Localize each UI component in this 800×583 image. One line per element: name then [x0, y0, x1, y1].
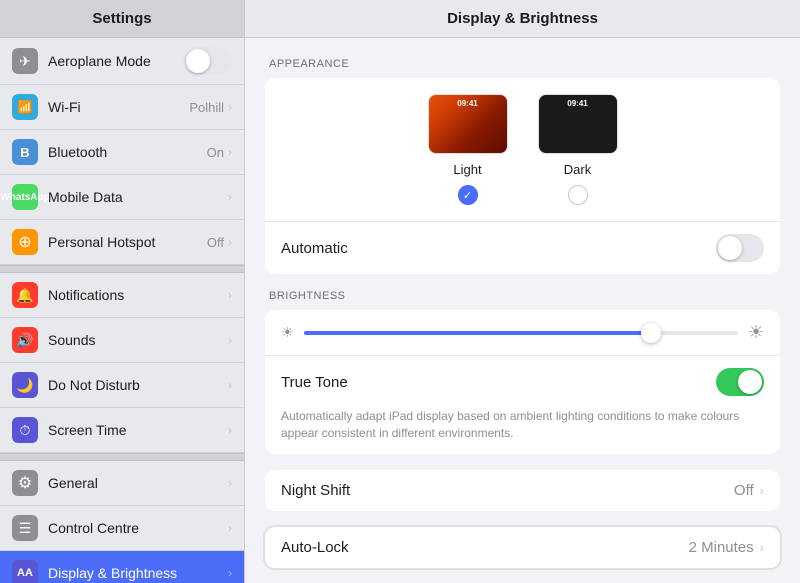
airplane-icon: ✈	[12, 48, 38, 74]
brightness-fill	[304, 331, 651, 335]
chevron-icon: ›	[228, 190, 232, 204]
brightness-track[interactable]	[304, 331, 738, 335]
chevron-icon: ›	[228, 476, 232, 490]
brightness-thumb[interactable]	[641, 323, 661, 343]
autolock-chevron: ›	[760, 540, 764, 555]
chevron-icon: ›	[228, 288, 232, 302]
truetone-row: True Tone	[265, 355, 780, 408]
chevron-icon: ›	[228, 333, 232, 347]
hotspot-icon: ⊕	[12, 229, 38, 255]
dark-theme-time: 09:41	[567, 99, 587, 108]
sidebar-label: Screen Time	[48, 422, 228, 438]
sounds-icon: 🔊	[12, 327, 38, 353]
sidebar-item-controlcentre[interactable]: ☰ Control Centre ›	[0, 506, 244, 551]
sidebar-label: General	[48, 475, 228, 491]
sidebar-item-screentime[interactable]: ⏱ Screen Time ›	[0, 408, 244, 453]
chevron-icon: ›	[228, 100, 232, 114]
sidebar-group-notifications: 🔔 Notifications › 🔊 Sounds › 🌙 Do Not Di…	[0, 273, 244, 453]
brightness-low-icon: ☀	[281, 324, 294, 341]
sidebar-label: Notifications	[48, 287, 228, 303]
truetone-description: Automatically adapt iPad display based o…	[265, 408, 780, 454]
sidebar-item-wifi[interactable]: 📶 Wi-Fi Polhill ›	[0, 85, 244, 130]
truetone-toggle[interactable]	[716, 368, 764, 396]
sidebar-label: Do Not Disturb	[48, 377, 228, 393]
sidebar-item-sounds[interactable]: 🔊 Sounds ›	[0, 318, 244, 363]
autolock-value: 2 Minutes	[689, 539, 754, 556]
sidebar-header: Settings	[0, 0, 244, 38]
autolock-label: Auto-Lock	[281, 539, 689, 556]
sidebar-label: Sounds	[48, 332, 228, 348]
appearance-card: 09:41 Light 09:41 Dark Automatic	[265, 78, 780, 274]
automatic-label: Automatic	[281, 240, 716, 257]
appearance-options-row: 09:41 Light 09:41 Dark	[265, 78, 780, 221]
nightshift-value: Off	[734, 482, 754, 499]
sidebar-label: Control Centre	[48, 520, 228, 536]
sidebar-label: Personal Hotspot	[48, 234, 207, 250]
sidebar-item-bluetooth[interactable]: B Bluetooth On ›	[0, 130, 244, 175]
light-theme-label: Light	[453, 162, 481, 177]
sidebar: Settings ✈ Aeroplane Mode 📶 Wi-Fi Polhil…	[0, 0, 245, 583]
dark-theme-label: Dark	[564, 162, 591, 177]
light-theme-time: 09:41	[457, 99, 477, 108]
nightshift-row[interactable]: Night Shift Off ›	[265, 470, 780, 511]
main-header: Display & Brightness	[245, 0, 800, 38]
autolock-card: Auto-Lock 2 Minutes ›	[265, 527, 780, 568]
appearance-dark-option[interactable]: 09:41 Dark	[538, 94, 618, 205]
brightness-card: ☀ ☀ True Tone Automatically adapt iPad d…	[265, 310, 780, 454]
automatic-toggle[interactable]	[716, 234, 764, 262]
light-theme-preview: 09:41	[428, 94, 508, 154]
sidebar-item-general[interactable]: ⚙ General ›	[0, 461, 244, 506]
chevron-icon: ›	[228, 378, 232, 392]
controlcentre-icon: ☰	[12, 515, 38, 541]
brightness-slider-row[interactable]: ☀ ☀	[265, 310, 780, 355]
sidebar-item-aeroplane[interactable]: ✈ Aeroplane Mode	[0, 38, 244, 85]
settings-content: APPEARANCE 09:41 Light 09:41 Dark	[245, 38, 800, 583]
appearance-light-option[interactable]: 09:41 Light	[428, 94, 508, 205]
screentime-icon: ⏱	[12, 417, 38, 443]
chevron-icon: ›	[228, 521, 232, 535]
hotspot-value: Off	[207, 235, 224, 250]
wifi-icon: 📶	[12, 94, 38, 120]
notifications-icon: 🔔	[12, 282, 38, 308]
main-content-area: Display & Brightness APPEARANCE 09:41 Li…	[245, 0, 800, 583]
light-radio[interactable]	[458, 185, 478, 205]
sidebar-group-connectivity: ✈ Aeroplane Mode 📶 Wi-Fi Polhill › B Blu…	[0, 38, 244, 265]
chevron-icon: ›	[228, 566, 232, 580]
chevron-icon: ›	[228, 423, 232, 437]
sidebar-item-donotdisturb[interactable]: 🌙 Do Not Disturb ›	[0, 363, 244, 408]
sidebar-item-hotspot[interactable]: ⊕ Personal Hotspot Off ›	[0, 220, 244, 265]
general-icon: ⚙	[12, 470, 38, 496]
dark-theme-preview: 09:41	[538, 94, 618, 154]
dark-radio[interactable]	[568, 185, 588, 205]
truetone-label: True Tone	[281, 374, 716, 391]
sidebar-label: Display & Brightness	[48, 565, 228, 581]
sidebar-group-display: ⚙ General › ☰ Control Centre › AA Displa…	[0, 461, 244, 583]
nightshift-card: Night Shift Off ›	[265, 470, 780, 511]
nightshift-chevron: ›	[760, 483, 764, 498]
appearance-section-label: APPEARANCE	[265, 58, 780, 70]
mobiledata-icon: WhatsApp	[12, 184, 38, 210]
autolock-row[interactable]: Auto-Lock 2 Minutes ›	[265, 527, 780, 568]
sidebar-divider	[0, 265, 244, 273]
wifi-value: Polhill	[189, 100, 224, 115]
nightshift-label: Night Shift	[281, 482, 734, 499]
brightness-section-label: BRIGHTNESS	[265, 290, 780, 302]
display-icon: AA	[12, 560, 38, 583]
aeroplane-toggle[interactable]	[184, 47, 232, 75]
brightness-high-icon: ☀	[748, 322, 764, 343]
bluetooth-value: On	[207, 145, 224, 160]
sidebar-label: Aeroplane Mode	[48, 53, 184, 69]
sidebar-item-display[interactable]: AA Display & Brightness ›	[0, 551, 244, 583]
sidebar-label: Bluetooth	[48, 144, 207, 160]
sidebar-item-notifications[interactable]: 🔔 Notifications ›	[0, 273, 244, 318]
chevron-icon: ›	[228, 235, 232, 249]
sidebar-divider-2	[0, 453, 244, 461]
sidebar-label: Wi-Fi	[48, 99, 189, 115]
automatic-row: Automatic	[265, 221, 780, 274]
donotdisturb-icon: 🌙	[12, 372, 38, 398]
sidebar-label: Mobile Data	[48, 189, 228, 205]
sidebar-item-mobiledata[interactable]: WhatsApp Mobile Data ›	[0, 175, 244, 220]
chevron-icon: ›	[228, 145, 232, 159]
bluetooth-icon: B	[12, 139, 38, 165]
